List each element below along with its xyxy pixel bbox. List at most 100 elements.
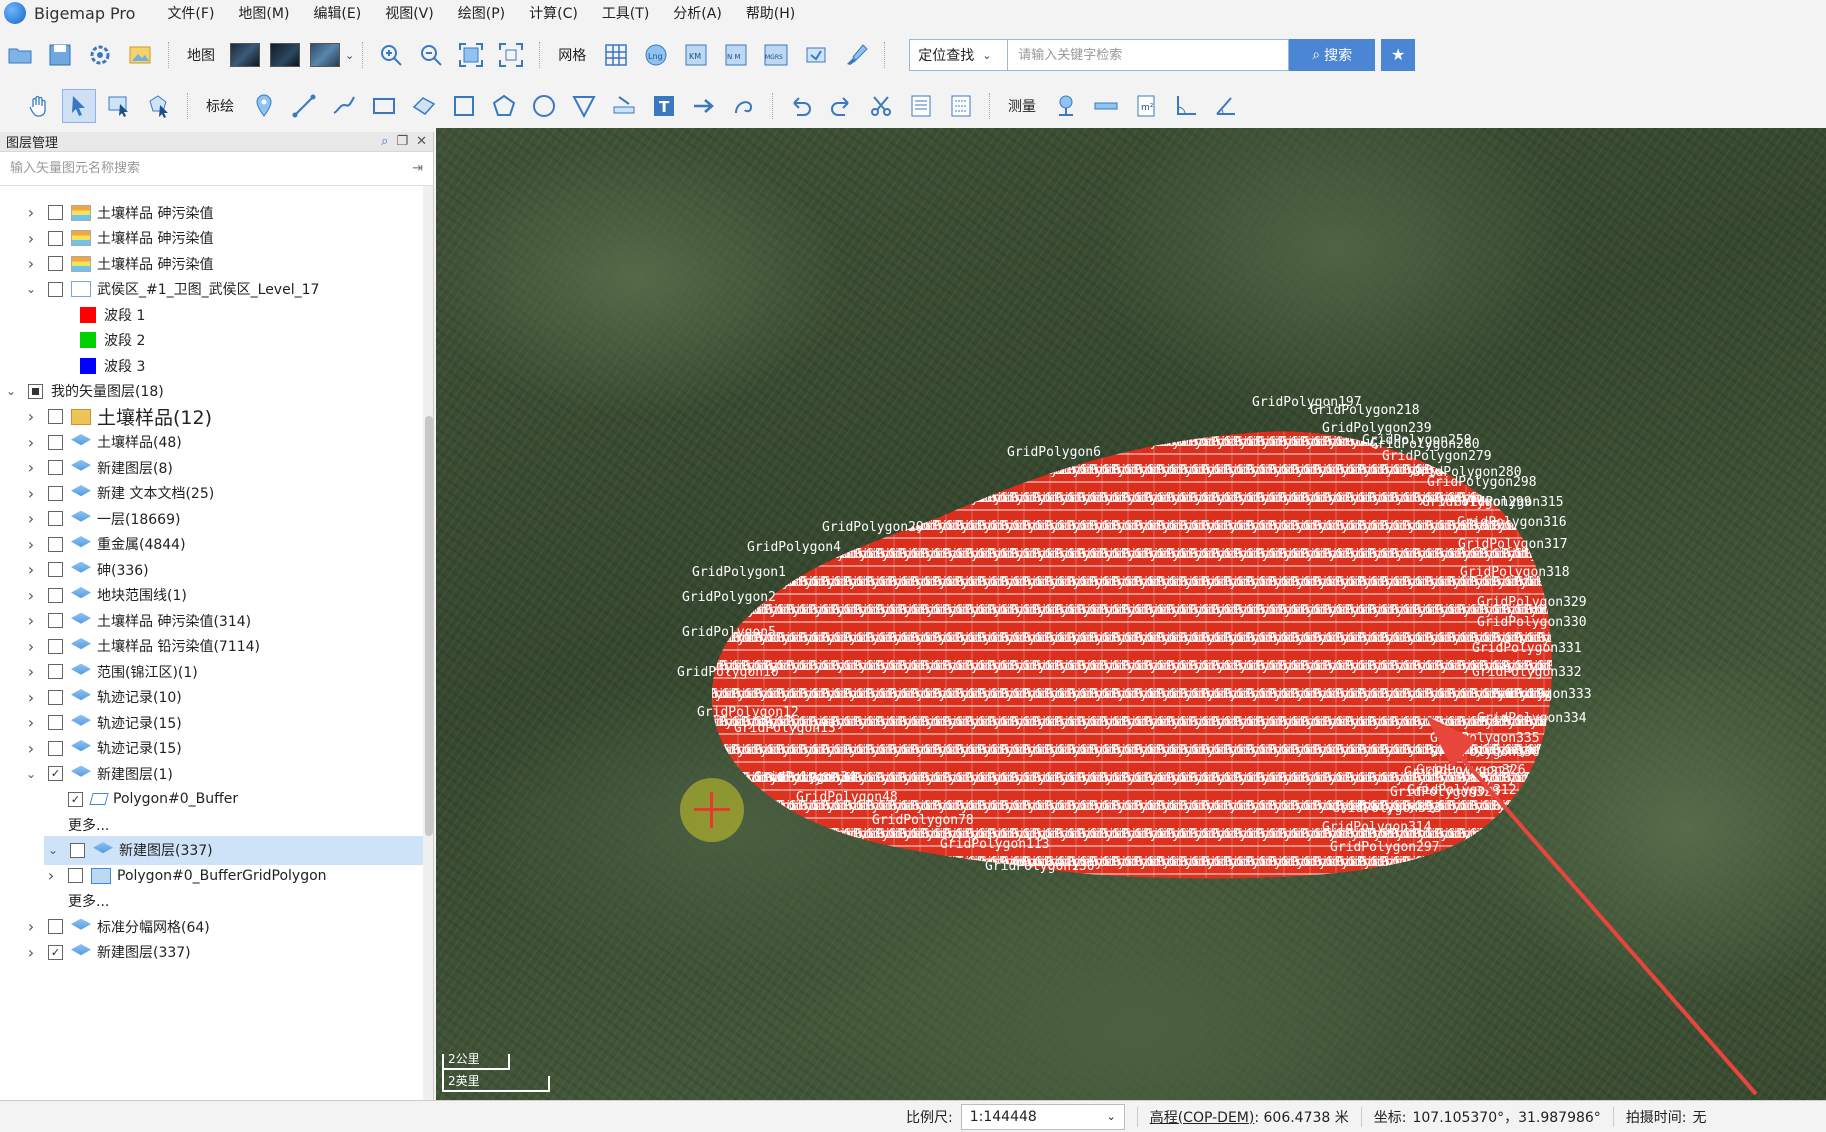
- panel-scrollbar-thumb[interactable]: [425, 416, 433, 836]
- measure-azimuth-icon[interactable]: [1209, 89, 1243, 123]
- curve-arrow-icon[interactable]: [727, 89, 761, 123]
- measure-area-icon[interactable]: m²: [1129, 89, 1163, 123]
- layer-visibility-checkbox[interactable]: [48, 434, 63, 450]
- chevron-right-icon[interactable]: ›: [22, 586, 40, 605]
- menu-help[interactable]: 帮助(H): [734, 3, 807, 23]
- select-arrow-icon[interactable]: [62, 89, 96, 123]
- chevron-right-icon[interactable]: ›: [22, 611, 40, 630]
- layer-visibility-checkbox[interactable]: ✓: [48, 766, 63, 781]
- zoom-out-icon[interactable]: [414, 38, 448, 72]
- chevron-right-icon[interactable]: ›: [22, 637, 40, 656]
- chevron-right-icon[interactable]: ›: [22, 484, 40, 503]
- chevron-right-icon[interactable]: ›: [22, 458, 40, 477]
- chevron-right-icon[interactable]: ›: [22, 229, 40, 248]
- square-tool-icon[interactable]: [447, 89, 481, 123]
- layer-visibility-checkbox[interactable]: [48, 562, 63, 577]
- map-label[interactable]: 地图: [187, 45, 215, 65]
- chevron-down-icon[interactable]: ⌄: [345, 49, 354, 62]
- chevron-right-icon[interactable]: ›: [22, 560, 40, 579]
- measure-distance-icon[interactable]: [1089, 89, 1123, 123]
- point-marker-icon[interactable]: [247, 89, 281, 123]
- chevron-right-icon[interactable]: ›: [42, 866, 60, 885]
- km-grid-icon[interactable]: KM: [679, 38, 713, 72]
- layer-visibility-checkbox[interactable]: [48, 587, 63, 603]
- menu-calc[interactable]: 计算(C): [517, 3, 590, 23]
- menu-edit[interactable]: 编辑(E): [301, 3, 373, 23]
- layer-visibility-checkbox[interactable]: [28, 383, 43, 399]
- layer-visibility-checkbox[interactable]: [48, 281, 63, 297]
- layer-visibility-checkbox[interactable]: ✓: [68, 791, 83, 807]
- panel-restore-icon[interactable]: ❐: [396, 134, 408, 149]
- ruler-tool-icon[interactable]: [607, 89, 641, 123]
- scale-select[interactable]: 1:144448 ⌄: [960, 1103, 1125, 1130]
- chevron-right-icon[interactable]: ›: [22, 688, 40, 707]
- layer-visibility-checkbox[interactable]: [48, 919, 63, 934]
- chevron-down-icon[interactable]: ⌄: [22, 282, 40, 296]
- chevron-right-icon[interactable]: ›: [22, 433, 40, 452]
- measure-angle-icon[interactable]: [1169, 89, 1203, 123]
- layer-visibility-checkbox[interactable]: [48, 460, 63, 475]
- layer-visibility-checkbox[interactable]: [48, 689, 63, 705]
- lnglat-grid-icon[interactable]: Lng: [639, 38, 673, 72]
- search-button[interactable]: ⌕ 搜索: [1289, 39, 1376, 71]
- map-source-thumb-2[interactable]: [270, 43, 300, 67]
- layer-visibility-checkbox[interactable]: [48, 511, 63, 526]
- zoom-in-icon[interactable]: [374, 38, 408, 72]
- image-icon[interactable]: [123, 38, 157, 72]
- circle-tool-icon[interactable]: [527, 89, 561, 123]
- grid-label[interactable]: 网格: [558, 45, 586, 65]
- settings-gear-icon[interactable]: [83, 38, 117, 72]
- menu-draw[interactable]: 绘图(P): [446, 3, 517, 23]
- map-view[interactable]: GridPGryidGridPGryidGridPGryidGridPGryid…: [436, 128, 1826, 1100]
- layer-visibility-checkbox[interactable]: [48, 205, 63, 220]
- clear-brush-icon[interactable]: [839, 38, 873, 72]
- open-folder-icon[interactable]: [3, 38, 37, 72]
- draw-label[interactable]: 标绘: [206, 96, 234, 116]
- mgrs-grid-icon[interactable]: MGRS: [759, 38, 793, 72]
- full-extent-icon[interactable]: [494, 38, 528, 72]
- nm-grid-icon[interactable]: N M: [719, 38, 753, 72]
- layer-visibility-checkbox[interactable]: [48, 715, 63, 730]
- layer-visibility-checkbox[interactable]: [48, 230, 63, 246]
- panel-scrollbar[interactable]: [423, 186, 433, 1100]
- text-tool-icon[interactable]: T: [647, 89, 681, 123]
- menu-map[interactable]: 地图(M): [226, 3, 301, 23]
- chevron-right-icon[interactable]: ›: [22, 407, 40, 426]
- sector-tool-icon[interactable]: [567, 89, 601, 123]
- layer-visibility-checkbox[interactable]: [48, 536, 63, 552]
- measure-label[interactable]: 测量: [1008, 96, 1036, 116]
- photo-map-icon[interactable]: [799, 38, 833, 72]
- favorite-star-button[interactable]: ★: [1381, 39, 1416, 71]
- pentagon-tool-icon[interactable]: [487, 89, 521, 123]
- collapse-panel-icon[interactable]: ⇥: [412, 161, 423, 176]
- grid-icon[interactable]: [599, 38, 633, 72]
- free-polygon-icon[interactable]: [407, 89, 441, 123]
- locate-mode-select[interactable]: 定位查找 ⌄: [909, 39, 1008, 71]
- rectangle-tool-icon[interactable]: [367, 89, 401, 123]
- layer-visibility-checkbox[interactable]: [48, 409, 63, 424]
- polygon-select-icon[interactable]: [142, 89, 176, 123]
- layer-row[interactable]: › ✓ 新建图层(337): [0, 938, 424, 967]
- layer-visibility-checkbox[interactable]: [48, 638, 63, 654]
- line-tool-icon[interactable]: [287, 89, 321, 123]
- attribute-table-icon[interactable]: [904, 89, 938, 123]
- chevron-right-icon[interactable]: ›: [22, 254, 40, 273]
- layer-search-input[interactable]: [10, 161, 370, 176]
- chevron-right-icon[interactable]: ›: [22, 943, 40, 962]
- menu-analysis[interactable]: 分析(A): [661, 3, 734, 23]
- chevron-right-icon[interactable]: ›: [22, 739, 40, 758]
- map-source-thumb-1[interactable]: [230, 43, 260, 67]
- undo-icon[interactable]: [784, 89, 818, 123]
- save-icon[interactable]: [43, 38, 77, 72]
- measure-point-icon[interactable]: [1049, 89, 1083, 123]
- chevron-right-icon[interactable]: ›: [22, 535, 40, 554]
- list-view-icon[interactable]: [944, 89, 978, 123]
- zoom-extent-icon[interactable]: [454, 38, 488, 72]
- panel-close-icon[interactable]: ✕: [416, 134, 427, 149]
- layer-visibility-checkbox[interactable]: [48, 613, 63, 628]
- chevron-right-icon[interactable]: ›: [22, 662, 40, 681]
- layer-visibility-checkbox[interactable]: [48, 664, 63, 679]
- chevron-down-icon[interactable]: ⌄: [44, 843, 62, 857]
- layer-visibility-checkbox[interactable]: [48, 256, 63, 271]
- keyword-search-input[interactable]: [1007, 39, 1290, 71]
